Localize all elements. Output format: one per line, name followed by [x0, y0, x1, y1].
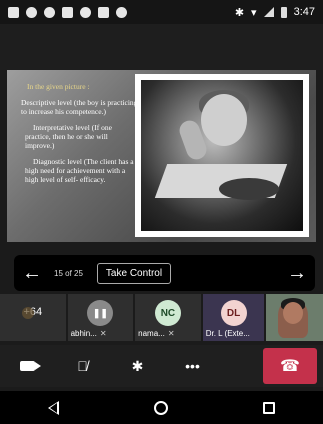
- mic-off-icon: ✕: [167, 329, 175, 338]
- slide-text: In the given picture : Descriptive level…: [21, 82, 139, 191]
- wifi-icon: ▾: [251, 6, 257, 19]
- status-time: 3:47: [293, 6, 315, 18]
- participant-tile[interactable]: NC nama... ✕: [135, 294, 201, 341]
- participant-name: Dr. L (Exte...: [205, 329, 250, 338]
- arrow-right-icon: →: [287, 261, 307, 284]
- slide-page-indicator: 15 of 25: [54, 268, 83, 278]
- slide-heading: In the given picture :: [27, 82, 90, 91]
- slide-paragraph-diagnostic: Diagnostic level (The client has a high …: [25, 157, 134, 184]
- take-control-button[interactable]: Take Control: [96, 262, 172, 284]
- chat-icon: [116, 6, 127, 18]
- mute-button[interactable]: 🎙̸: [55, 345, 110, 387]
- bluetooth-icon: ✱: [131, 357, 144, 374]
- battery-icon: [280, 6, 287, 18]
- previous-slide-button[interactable]: ←: [14, 255, 50, 291]
- camera-icon: [20, 361, 41, 371]
- slide-paragraph-interpretative: Interpretative level (If one practice, t…: [25, 123, 112, 150]
- android-nav-bar: [0, 391, 323, 424]
- avatar: DL: [220, 300, 247, 326]
- participant-name: abhin...: [70, 329, 97, 338]
- mic-off-icon: 🎙̸: [77, 358, 88, 374]
- more-icon: •••: [185, 358, 200, 374]
- recents-icon: [263, 401, 276, 414]
- shared-slide: In the given picture : Descriptive level…: [7, 70, 316, 242]
- slide-paragraph-descriptive: Descriptive level (the boy is practicing…: [21, 98, 138, 116]
- hang-up-button[interactable]: ☎: [263, 348, 317, 384]
- home-button[interactable]: [153, 400, 168, 415]
- participant-name: nama...: [138, 329, 165, 338]
- recents-button[interactable]: [263, 401, 276, 414]
- top-area: [0, 24, 323, 70]
- participants-strip: +64 ❚❚ abhin... ✕ NC nama... ✕ DL Dr. L …: [0, 294, 323, 341]
- youtube-icon: [98, 6, 109, 18]
- signal-icon: [263, 7, 274, 17]
- back-icon: [47, 400, 59, 415]
- avatar: NC: [154, 300, 181, 326]
- slide-photo-boy-with-violin: [141, 80, 303, 231]
- participant-tile[interactable]: DL Dr. L (Exte...: [202, 294, 265, 341]
- self-video-tile[interactable]: [266, 294, 323, 341]
- slide-photo-frame: [135, 74, 309, 237]
- facebook-icon: [26, 6, 37, 18]
- bluetooth-icon: ✱: [234, 6, 245, 19]
- pause-icon: ❚❚: [87, 300, 114, 326]
- whatsapp-icon: [80, 6, 91, 18]
- participant-tile[interactable]: ❚❚ abhin... ✕: [67, 294, 134, 341]
- arrow-left-icon: ←: [22, 261, 42, 284]
- hang-up-icon: ☎: [280, 358, 300, 375]
- next-slide-button[interactable]: →: [279, 255, 315, 291]
- more-options-button[interactable]: •••: [165, 345, 220, 387]
- messenger-icon: [44, 6, 55, 18]
- status-bar: ✱ ▾ 3:47: [0, 0, 323, 24]
- phone-icon: [62, 6, 73, 18]
- participant-overflow-tile[interactable]: +64: [0, 294, 66, 341]
- home-icon: [153, 400, 168, 415]
- back-button[interactable]: [47, 400, 59, 415]
- camera-button[interactable]: [0, 345, 55, 387]
- presentation-nav-bar: ← 15 of 25 Take Control →: [14, 255, 315, 291]
- call-controls-bar: 🎙̸ ✱ ••• ☎: [0, 345, 323, 387]
- audio-device-button[interactable]: ✱: [110, 345, 165, 387]
- mic-off-icon: ✕: [99, 329, 107, 338]
- teams-icon: [8, 6, 19, 18]
